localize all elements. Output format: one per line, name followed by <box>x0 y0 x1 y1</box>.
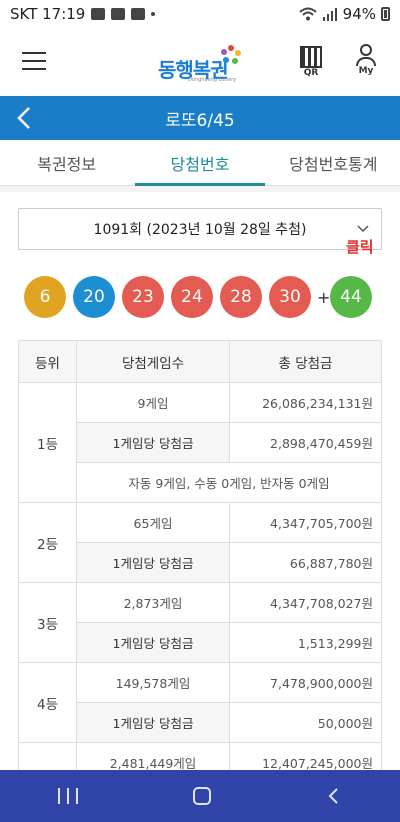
draw-round-select[interactable]: 1091회 (2023년 10월 28일 추첨) <box>18 208 382 250</box>
click-annotation: 클릭 <box>346 238 374 256</box>
rank-2-total: 4,347,705,700원 <box>229 502 382 543</box>
table-row: 2등 65게임 4,347,705,700원 <box>18 502 382 583</box>
rank-2-per-amount: 66,887,780원 <box>229 542 382 583</box>
my-label: My <box>358 66 374 76</box>
my-page-button[interactable]: My <box>352 44 380 82</box>
prize-table: 등위 당첨게임수 총 당첨금 1등 9게임 26,086,234,131원 1게… <box>18 340 382 783</box>
page-title: 로또6/45 <box>165 110 235 131</box>
logo-burst-icon <box>221 45 241 64</box>
nav-back-icon[interactable] <box>326 788 342 804</box>
number-ball-6: 30 <box>269 276 311 318</box>
number-ball-1: 6 <box>24 276 66 318</box>
rank-3-label: 3등 <box>18 582 77 663</box>
status-bar: SKT 17:19 94% <box>0 0 400 28</box>
rank-4-games: 149,578게임 <box>76 662 230 703</box>
header-games: 당첨게임수 <box>76 340 230 383</box>
rank-1-games: 9게임 <box>76 382 230 423</box>
number-ball-5: 28 <box>220 276 262 318</box>
tab-number-statistics[interactable]: 당첨번호통계 <box>267 140 400 185</box>
number-ball-2: 20 <box>73 276 115 318</box>
home-icon[interactable] <box>192 787 211 805</box>
more-notifications-icon <box>151 12 156 16</box>
number-ball-4: 24 <box>171 276 213 318</box>
rank-2-games: 65게임 <box>76 502 230 543</box>
rank-4-per-amount: 50,000원 <box>229 702 382 743</box>
table-header-row: 등위 당첨게임수 총 당첨금 <box>18 340 382 383</box>
system-nav-bar <box>0 770 400 822</box>
draw-round-value: 1091회 (2023년 10월 28일 추첨) <box>93 222 307 238</box>
tab-bar: 복권정보 당첨번호 당첨번호통계 <box>0 140 400 186</box>
winning-numbers: 6 20 23 24 28 30 + 44 <box>24 274 380 320</box>
app-notification-icon <box>111 8 126 20</box>
rank-1-per-amount: 2,898,470,459원 <box>229 422 382 463</box>
tab-winning-numbers[interactable]: 당첨번호 <box>133 140 266 186</box>
gallery-notification-icon <box>91 8 106 20</box>
rank-2-label: 2등 <box>18 502 77 583</box>
logo[interactable]: 동행복권 Donghaeng Lottery <box>158 44 248 84</box>
table-row: 1등 9게임 26,086,234,131원 <box>18 382 382 503</box>
rank-3-per-label: 1게임당 당첨금 <box>76 622 230 663</box>
back-arrow-icon[interactable] <box>14 106 38 130</box>
bonus-plus: + <box>317 287 331 307</box>
bonus-ball: 44 <box>330 276 372 318</box>
rank-4-total: 7,478,900,000원 <box>229 662 382 703</box>
table-row: 4등 149,578게임 7,478,900,000원 <box>18 662 382 743</box>
wifi-icon <box>298 7 317 21</box>
number-ball-3: 23 <box>122 276 164 318</box>
section-divider <box>0 186 400 192</box>
tab-lottery-info[interactable]: 복권정보 <box>0 140 133 185</box>
rank-1-label: 1등 <box>18 382 77 503</box>
chevron-down-icon <box>357 225 369 233</box>
battery-icon <box>381 7 390 21</box>
rank-2-per-label: 1게임당 당첨금 <box>76 542 230 583</box>
logo-subtext: Donghaeng Lottery <box>188 77 237 83</box>
battery-percent: 94% <box>342 5 376 23</box>
table-row: 3등 2,873게임 4,347,708,027원 <box>18 582 382 663</box>
signal-icon <box>322 8 337 21</box>
rank-4-per-label: 1게임당 당첨금 <box>76 702 230 743</box>
menu-icon[interactable] <box>22 52 46 70</box>
rank-3-games: 2,873게임 <box>76 582 230 623</box>
header-rank: 등위 <box>18 340 77 383</box>
carrier-time: SKT 17:19 <box>10 5 86 23</box>
recent-apps-icon[interactable] <box>57 788 78 804</box>
rank-3-total: 4,347,708,027원 <box>229 582 382 623</box>
qr-code-icon <box>300 46 322 68</box>
rank-1-per-label: 1게임당 당첨금 <box>76 422 230 463</box>
user-icon <box>360 44 372 56</box>
won-notification-icon <box>131 8 146 20</box>
qr-button[interactable]: QR <box>296 46 326 82</box>
qr-label: QR <box>303 68 319 78</box>
title-bar: 로또6/45 <box>0 96 400 140</box>
app-header: 동행복권 Donghaeng Lottery QR My <box>0 28 400 96</box>
rank-1-total: 26,086,234,131원 <box>229 382 382 423</box>
rank-1-note: 자동 9게임, 수동 0게임, 반자동 0게임 <box>76 462 382 503</box>
rank-4-label: 4등 <box>18 662 77 743</box>
header-total: 총 당첨금 <box>229 340 382 383</box>
rank-3-per-amount: 1,513,299원 <box>229 622 382 663</box>
